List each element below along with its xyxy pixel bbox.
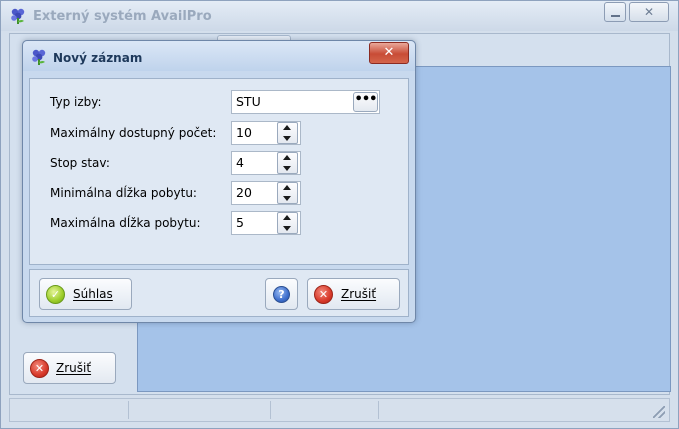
minimize-button[interactable] (604, 2, 626, 22)
help-button[interactable]: ? (265, 278, 298, 310)
status-separator (128, 401, 129, 419)
app-flower-icon (11, 8, 25, 24)
spin-down-arrow-icon[interactable] (278, 163, 297, 173)
stop-state-stepper (277, 152, 298, 174)
status-bar (9, 398, 670, 422)
max-stay-stepper (277, 212, 298, 234)
min-stay-label: Minimálna dĺžka pobytu: (50, 186, 197, 200)
dialog-cancel-label: Zrušiť (341, 287, 377, 301)
form-row-max-stay: Maximálna dĺžka pobytu: 5 (29, 211, 407, 235)
status-separator (378, 401, 379, 419)
main-cancel-button[interactable]: ✕ Zrušiť (23, 352, 116, 384)
dialog-cancel-button[interactable]: ✕ Zrušiť (307, 278, 400, 310)
agree-button-label: Súhlas (73, 287, 113, 301)
form-fields: Typ izby: STU ••• Maximálny dostupný poč… (29, 90, 407, 235)
checkmark-icon: ✓ (46, 284, 65, 304)
room-type-lookup-button[interactable]: ••• (353, 92, 378, 112)
room-type-label: Typ izby: (50, 95, 102, 109)
main-cancel-label: Zrušiť (56, 361, 92, 375)
min-stay-stepper (277, 182, 298, 204)
status-separator (270, 401, 271, 419)
max-stay-label: Maximálna dĺžka pobytu: (50, 216, 201, 230)
main-close-button[interactable]: ✕ (629, 2, 669, 22)
spin-up-arrow-icon[interactable] (278, 213, 297, 223)
help-icon: ? (273, 285, 290, 303)
close-icon: ✕ (643, 5, 655, 19)
form-row-stop-state: Stop stav: 4 (29, 151, 407, 175)
spin-down-arrow-icon[interactable] (278, 223, 297, 233)
main-titlebar: Externý systém AvailPro ✕ (1, 1, 678, 31)
close-icon: ✕ (383, 45, 395, 60)
dialog-title: Nový záznam (53, 51, 143, 65)
dialog-titlebar[interactable]: Nový záznam ✕ (23, 41, 415, 71)
close-x-icon: ✕ (314, 284, 333, 304)
resize-grip-icon[interactable] (653, 406, 665, 418)
form-row-max-available: Maximálny dostupný počet: 10 (29, 121, 407, 145)
max-available-stepper (277, 122, 298, 144)
spin-down-arrow-icon[interactable] (278, 133, 297, 143)
max-available-label: Maximálny dostupný počet: (50, 126, 217, 140)
main-window-title: Externý systém AvailPro (33, 9, 212, 24)
spin-up-arrow-icon[interactable] (278, 183, 297, 193)
spin-up-arrow-icon[interactable] (278, 153, 297, 163)
form-row-min-stay: Minimálna dĺžka pobytu: 20 (29, 181, 407, 205)
spin-up-arrow-icon[interactable] (278, 123, 297, 133)
agree-button[interactable]: ✓ Súhlas (39, 278, 132, 310)
close-x-icon: ✕ (30, 358, 49, 378)
form-row-room-type: Typ izby: STU ••• (29, 90, 407, 114)
stop-state-label: Stop stav: (50, 156, 110, 170)
app-flower-icon (32, 49, 46, 65)
dialog-footer: ✓ Súhlas ? ✕ Zrušiť (29, 269, 409, 317)
dialog-close-button[interactable]: ✕ (369, 42, 409, 64)
spin-down-arrow-icon[interactable] (278, 193, 297, 203)
